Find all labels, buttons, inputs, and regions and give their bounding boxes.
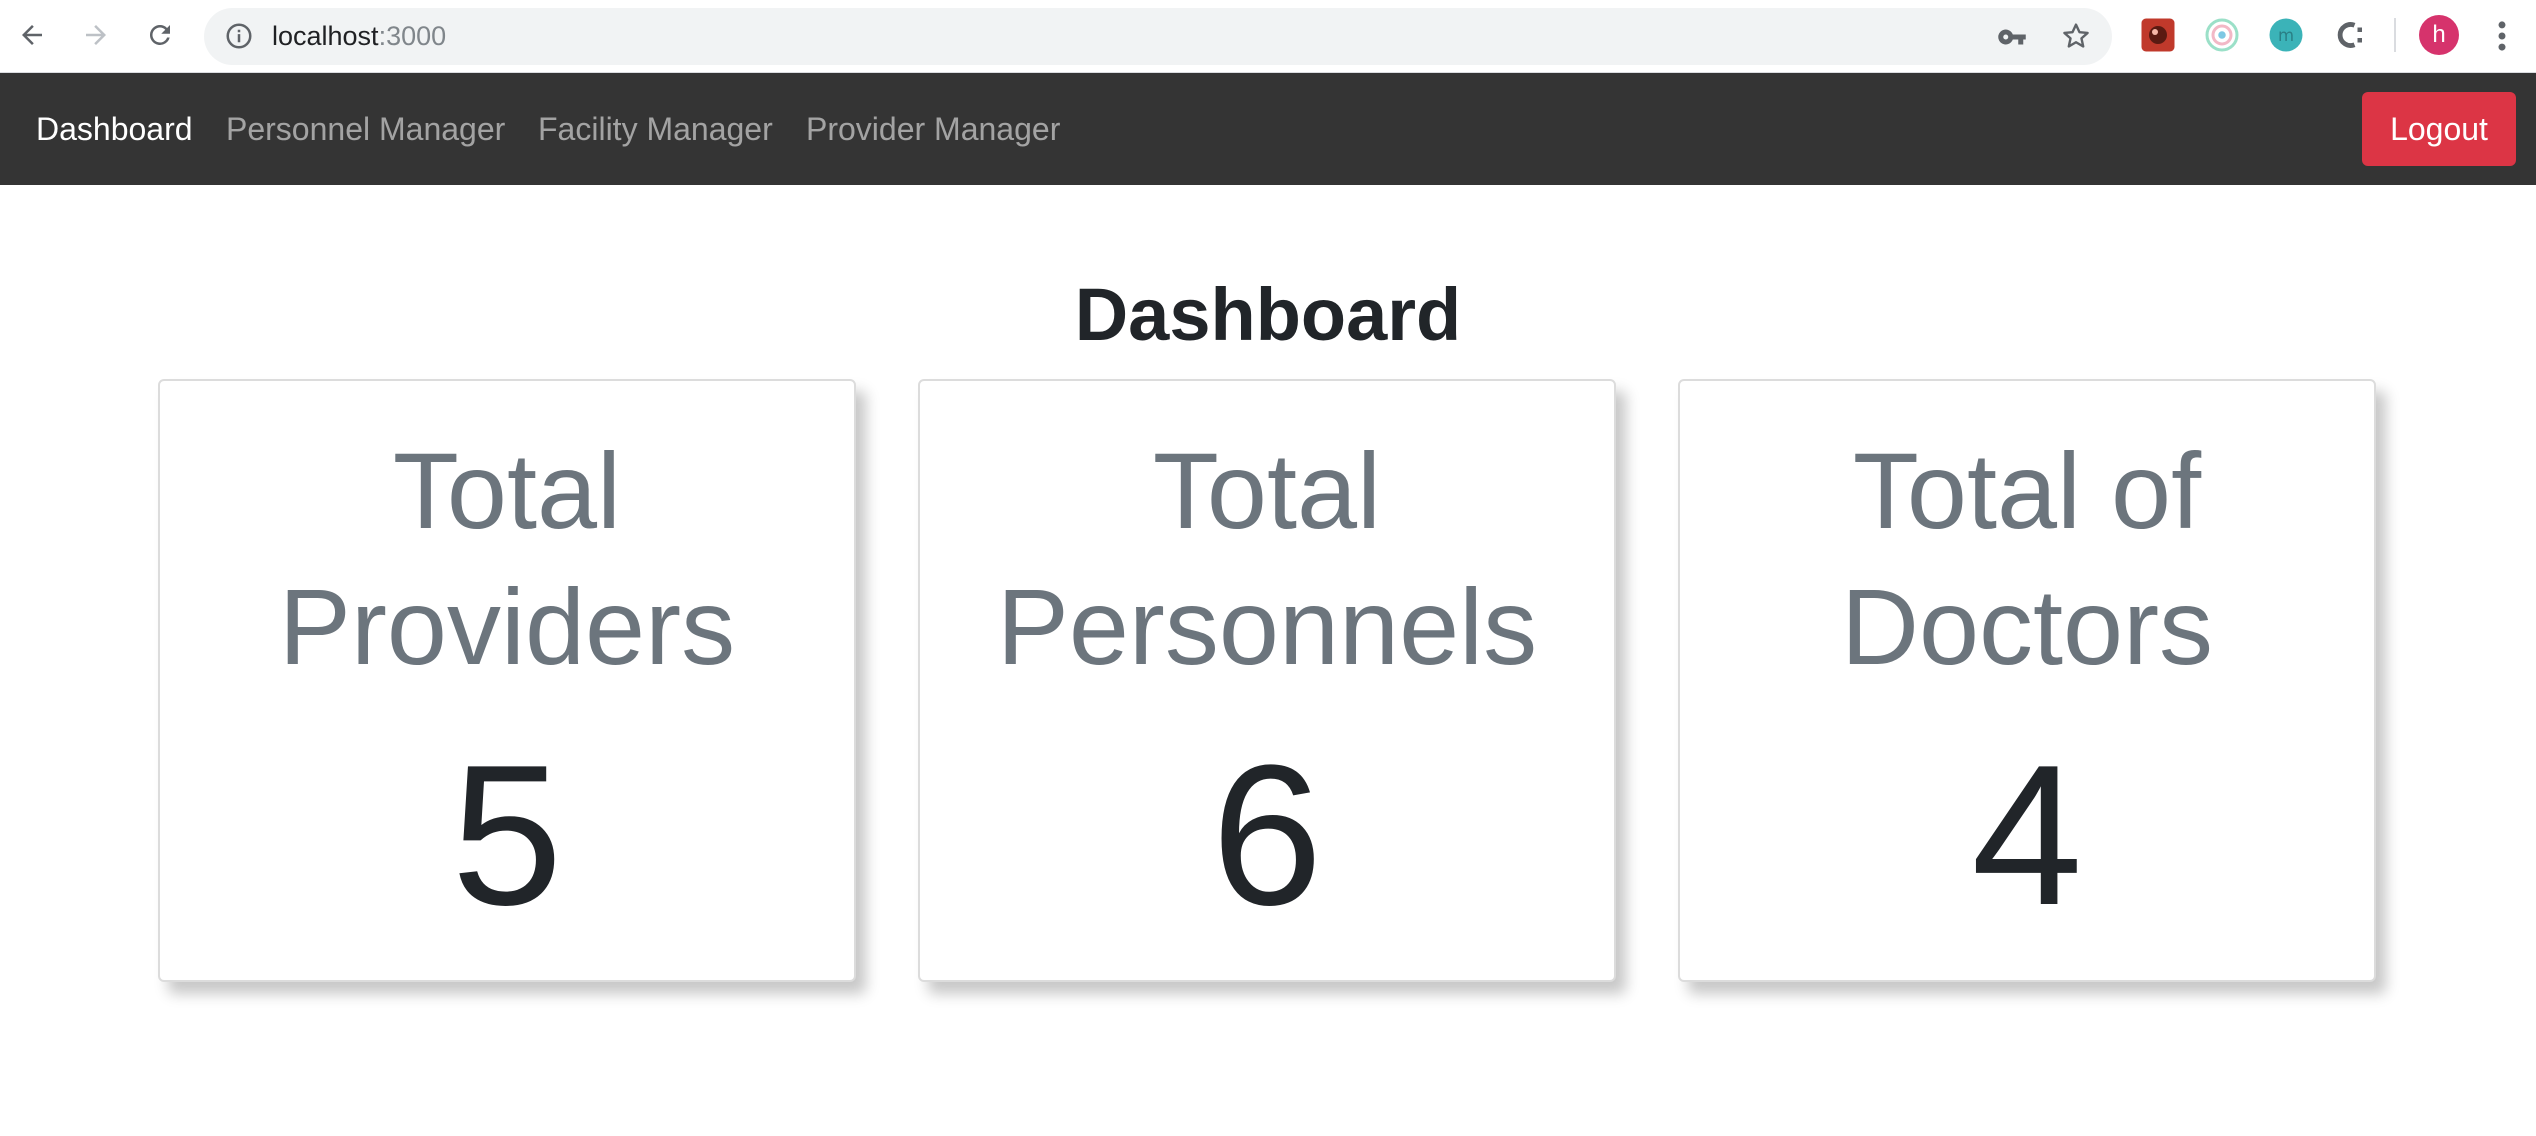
address-bar[interactable]: localhost:3000 <box>204 8 2112 65</box>
card-title-line1: Total <box>1152 430 1382 551</box>
toolbar-divider <box>2394 18 2396 52</box>
card-title-line2: Doctors <box>1840 566 2214 687</box>
url-host: localhost <box>272 21 379 51</box>
browser-toolbar: localhost:3000 m h <box>0 0 2536 73</box>
info-icon[interactable] <box>224 21 254 51</box>
key-icon[interactable] <box>1996 22 2028 52</box>
card-value: 5 <box>451 724 563 947</box>
reload-button[interactable] <box>138 13 182 57</box>
card-title-line1: Total <box>392 430 622 551</box>
svg-text:m: m <box>2278 26 2294 45</box>
card-title: Total Providers <box>160 423 854 695</box>
profile-avatar[interactable]: h <box>2419 15 2459 55</box>
star-icon[interactable] <box>2060 20 2092 52</box>
reload-icon <box>149 24 170 45</box>
extension-target-icon[interactable] <box>2204 17 2240 53</box>
app-navbar: Dashboard Personnel Manager Facility Man… <box>0 73 2536 185</box>
arrow-left-icon <box>22 25 42 45</box>
stat-card-personnels: Total Personnels 6 <box>918 379 1616 982</box>
url-port: :3000 <box>378 21 447 51</box>
nav-link-personnel-manager[interactable]: Personnel Manager <box>226 111 505 147</box>
card-value: 6 <box>1211 724 1323 947</box>
back-button[interactable] <box>10 13 54 57</box>
card-title: Total of Doctors <box>1680 423 2374 695</box>
card-value: 4 <box>1971 724 2083 947</box>
card-title-line2: Providers <box>278 566 736 687</box>
page-title: Dashboard <box>1074 273 1462 356</box>
card-title-line2: Personnels <box>996 566 1538 687</box>
stat-card-providers: Total Providers 5 <box>158 379 856 982</box>
arrow-right-icon <box>86 25 106 45</box>
nav-link-provider-manager[interactable]: Provider Manager <box>806 111 1060 147</box>
forward-button[interactable] <box>74 13 118 57</box>
stat-card-doctors: Total of Doctors 4 <box>1678 379 2376 982</box>
card-title-line1: Total of <box>1852 430 2202 551</box>
card-title: Total Personnels <box>920 423 1614 695</box>
logout-button[interactable]: Logout <box>2362 92 2516 166</box>
extension-teal-icon[interactable]: m <box>2268 17 2304 53</box>
nav-link-facility-manager[interactable]: Facility Manager <box>538 111 773 147</box>
url-text[interactable]: localhost:3000 <box>272 21 446 52</box>
nav-link-dashboard[interactable]: Dashboard <box>36 111 193 147</box>
menu-dots-icon[interactable] <box>2490 17 2514 55</box>
extension-red-icon[interactable] <box>2140 17 2176 53</box>
extension-c-icon[interactable] <box>2332 17 2368 53</box>
